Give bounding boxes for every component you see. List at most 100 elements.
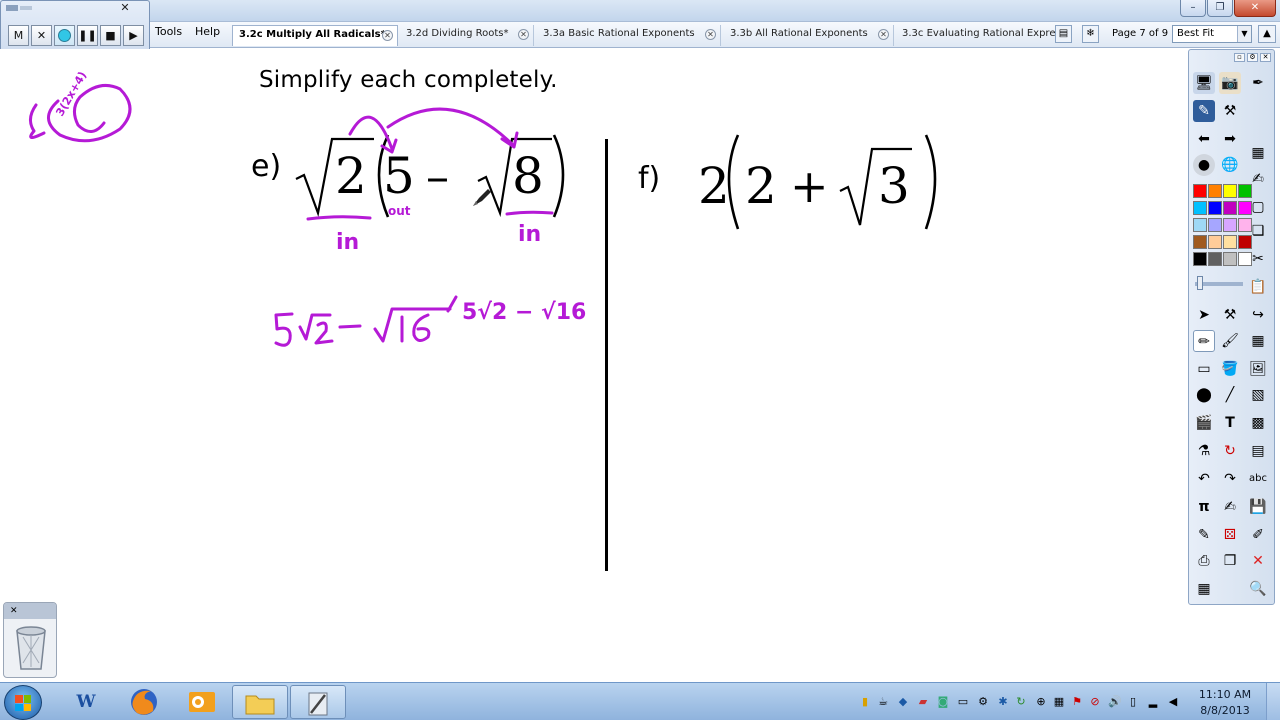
handwriting-icon[interactable]: ✍: [1219, 496, 1241, 518]
film-icon[interactable]: 🎬: [1193, 412, 1215, 434]
color-swatch-magenta[interactable]: [1238, 201, 1252, 215]
page-sorter-icon[interactable]: ▤: [1055, 25, 1072, 43]
screen-shade-icon[interactable]: ▩: [1247, 412, 1269, 434]
toolbar-close-icon[interactable]: ✕: [1260, 53, 1271, 62]
color-swatch-gray[interactable]: [1223, 252, 1237, 266]
gallery-icon[interactable]: 🖼: [1247, 358, 1269, 380]
tray-flag-icon[interactable]: ⚑: [1070, 695, 1084, 709]
maximize-button[interactable]: ❐: [1207, 0, 1233, 17]
tray-shield-icon[interactable]: ▮: [858, 695, 872, 709]
menu-tools[interactable]: Tools: [155, 25, 182, 38]
color-swatch-peach[interactable]: [1208, 235, 1222, 249]
spell-check-icon[interactable]: abc: [1247, 468, 1269, 490]
text-icon[interactable]: T: [1219, 412, 1241, 434]
paste-icon[interactable]: 📋: [1247, 276, 1269, 298]
tray-gear-icon[interactable]: ⚙: [976, 695, 990, 709]
close-tab-icon[interactable]: ✕: [878, 29, 889, 40]
taskbar-firefox-icon[interactable]: [116, 685, 172, 719]
color-swatch-purple[interactable]: [1223, 201, 1237, 215]
spotlight-icon[interactable]: ⚗: [1193, 440, 1215, 462]
tray-network-icon[interactable]: ⊕: [1034, 695, 1048, 709]
color-swatch-blue[interactable]: [1208, 201, 1222, 215]
keyboard-icon[interactable]: ▦: [1193, 578, 1215, 600]
delete-icon[interactable]: ✕: [1247, 550, 1269, 572]
close-tab-icon[interactable]: ✕: [518, 29, 529, 40]
line-icon[interactable]: ╱: [1219, 384, 1241, 406]
tab-3-3c[interactable]: 3.3c Evaluating Rational Expressi: [896, 25, 1056, 46]
tools-icon[interactable]: ⚒: [1219, 100, 1241, 122]
eraser-icon[interactable]: ▭: [1193, 358, 1215, 380]
calculator-icon[interactable]: ▦: [1247, 142, 1269, 164]
shapes-icon[interactable]: ⬤: [1193, 384, 1215, 406]
refresh-icon[interactable]: ↻: [1219, 440, 1241, 462]
document-camera-icon[interactable]: 📷: [1219, 72, 1241, 94]
scissors-icon[interactable]: ✂: [1247, 248, 1269, 270]
taskbar-explorer-icon[interactable]: [232, 685, 288, 719]
menu-help[interactable]: Help: [195, 25, 220, 38]
screen-capture-icon[interactable]: 🖥: [1193, 72, 1215, 94]
tab-3-3b[interactable]: 3.3b All Rational Exponents ✕: [724, 25, 894, 46]
color-swatch-black[interactable]: [1193, 252, 1207, 266]
color-swatch-lavender[interactable]: [1223, 218, 1237, 232]
tray-action-center-icon[interactable]: ⊘: [1088, 695, 1102, 709]
stop-icon[interactable]: ●: [1193, 154, 1215, 176]
tray-monitor-icon[interactable]: ▭: [956, 695, 970, 709]
taskbar-notebook-icon[interactable]: [290, 685, 346, 719]
chevron-up-icon[interactable]: ▲: [1258, 25, 1276, 43]
snowflake-icon[interactable]: ❄: [1082, 25, 1099, 43]
color-swatch-brown[interactable]: [1193, 235, 1207, 249]
pencil-icon[interactable]: ✎: [1193, 524, 1215, 546]
dice-icon[interactable]: ⚄: [1219, 524, 1241, 546]
tray-smart-icon[interactable]: ◆: [896, 695, 910, 709]
previous-page-icon[interactable]: ⬅: [1193, 128, 1215, 150]
tray-java-icon[interactable]: ☕: [876, 695, 890, 709]
cancel-recording-button[interactable]: ✕: [31, 25, 52, 46]
pause-button[interactable]: ❚❚: [77, 25, 98, 46]
battery-icon[interactable]: ▯: [1126, 695, 1140, 709]
play-button[interactable]: ▶: [123, 25, 144, 46]
insert-table-icon[interactable]: ▦: [1247, 330, 1269, 352]
undo-icon[interactable]: ↶: [1193, 468, 1215, 490]
save-icon[interactable]: 💾: [1247, 496, 1269, 518]
creative-pen-icon[interactable]: 🖌: [1219, 330, 1241, 352]
color-swatch-dark-gray[interactable]: [1208, 252, 1222, 266]
tray-alert-icon[interactable]: ▰: [916, 695, 930, 709]
color-swatch-cyan[interactable]: [1193, 201, 1207, 215]
redo-icon[interactable]: ↪: [1247, 304, 1269, 326]
color-swatch-red[interactable]: [1193, 184, 1207, 198]
pi-math-icon[interactable]: π: [1193, 496, 1215, 518]
pen-icon[interactable]: ✏: [1193, 330, 1215, 352]
color-swatch-light-blue[interactable]: [1193, 218, 1207, 232]
edit-icon[interactable]: ✐: [1247, 524, 1269, 546]
tools-wrench-icon[interactable]: ⚒: [1219, 304, 1241, 326]
close-window-button[interactable]: ✕: [1234, 0, 1276, 17]
color-swatch-dark-red[interactable]: [1238, 235, 1252, 249]
recorder-close-button[interactable]: ✕: [115, 1, 135, 15]
ink-layer-icon[interactable]: ✎: [1193, 100, 1215, 122]
volume-icon[interactable]: 🔊: [1108, 695, 1122, 709]
tab-3-3a[interactable]: 3.3a Basic Rational Exponents ✕: [537, 25, 721, 46]
gallery-list-icon[interactable]: ▤: [1247, 440, 1269, 462]
slider-handle[interactable]: [1197, 276, 1203, 290]
start-button[interactable]: [4, 685, 42, 720]
record-button[interactable]: [54, 25, 75, 46]
taskbar-word-icon[interactable]: W: [58, 685, 114, 719]
taskbar-outlook-icon[interactable]: [174, 685, 230, 719]
screen-recorder-icon[interactable]: ⎙: [1193, 550, 1215, 572]
bluetooth-icon[interactable]: ✱: [996, 695, 1010, 709]
toolbar-restore-icon[interactable]: ▫: [1234, 53, 1245, 62]
minimize-button[interactable]: –: [1180, 0, 1206, 17]
color-swatch-orange[interactable]: [1208, 184, 1222, 198]
next-page-icon[interactable]: ➡: [1219, 128, 1241, 150]
select-arrow-icon[interactable]: ➤: [1193, 304, 1215, 326]
taskbar-clock[interactable]: 11:10 AM 8/8/2013: [1193, 687, 1257, 719]
show-desktop-button[interactable]: [1266, 683, 1280, 720]
close-tab-icon[interactable]: ✕: [382, 30, 393, 41]
color-swatch-pink[interactable]: [1238, 218, 1252, 232]
zoom-select[interactable]: Best Fit ▼: [1172, 25, 1252, 43]
recycle-bin-close[interactable]: ✕: [4, 603, 56, 619]
color-swatch-tan[interactable]: [1223, 235, 1237, 249]
tray-device-icon[interactable]: ▦: [1052, 695, 1066, 709]
notebook-page[interactable]: Simplify each completely. e) 2 5 – 8 f): [0, 49, 1186, 682]
globe-icon[interactable]: 🌐: [1219, 154, 1241, 176]
